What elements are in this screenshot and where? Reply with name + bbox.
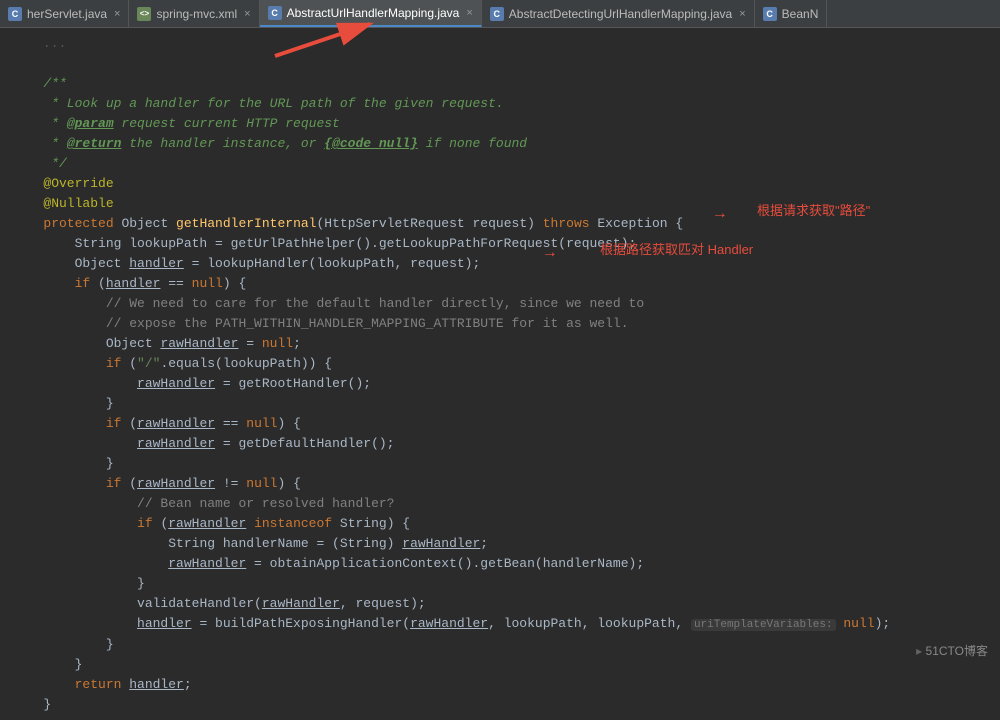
arrow-icon: →	[715, 205, 725, 223]
code-line: }	[20, 574, 1000, 594]
code-line: if ("/".equals(lookupPath)) {	[20, 354, 1000, 374]
code-line: }	[20, 394, 1000, 414]
annotation-text: 根据路径获取匹对 Handler	[600, 239, 753, 258]
code-line: String handlerName = (String) rawHandler…	[20, 534, 1000, 554]
tab-label: AbstractUrlHandlerMapping.java	[287, 6, 460, 20]
code-line: @Override	[20, 174, 1000, 194]
code-line: ...	[20, 34, 1000, 54]
code-line: if (rawHandler instanceof String) {	[20, 514, 1000, 534]
tab-beann[interactable]: C BeanN	[755, 0, 828, 27]
tab-abstractdetecting[interactable]: C AbstractDetectingUrlHandlerMapping.jav…	[482, 0, 755, 27]
code-line: if (handler == null) {	[20, 274, 1000, 294]
tab-label: BeanN	[782, 7, 819, 21]
code-line: rawHandler = getRootHandler();	[20, 374, 1000, 394]
tab-label: spring-mvc.xml	[156, 7, 237, 21]
xml-icon: <>	[137, 7, 151, 21]
code-line: rawHandler = getDefaultHandler();	[20, 434, 1000, 454]
code-line: // expose the PATH_WITHIN_HANDLER_MAPPIN…	[20, 314, 1000, 334]
code-line: handler = buildPathExposingHandler(rawHa…	[20, 614, 1000, 635]
java-icon: C	[763, 7, 777, 21]
code-line: String lookupPath = getUrlPathHelper().g…	[20, 234, 1000, 254]
close-icon[interactable]: ×	[466, 7, 472, 19]
code-line: // Bean name or resolved handler?	[20, 494, 1000, 514]
annotation-text: 根据请求获取"路径"	[757, 200, 870, 219]
tab-herservlet[interactable]: C herServlet.java ×	[0, 0, 129, 27]
java-icon: C	[268, 6, 282, 20]
code-line: validateHandler(rawHandler, request);	[20, 594, 1000, 614]
tab-abstracturlhandlermapping[interactable]: C AbstractUrlHandlerMapping.java ×	[260, 0, 482, 27]
code-line: }	[20, 635, 1000, 655]
java-icon: C	[8, 7, 22, 21]
java-icon: C	[490, 7, 504, 21]
close-icon[interactable]: ×	[244, 8, 250, 20]
close-icon[interactable]: ×	[739, 8, 745, 20]
code-line: * @param request current HTTP request	[20, 114, 1000, 134]
code-line: Object rawHandler = null;	[20, 334, 1000, 354]
code-line: }	[20, 655, 1000, 675]
code-line: * @return the handler instance, or {@cod…	[20, 134, 1000, 154]
code-line: */	[20, 154, 1000, 174]
code-line: }	[20, 695, 1000, 715]
arrow-icon: →	[545, 244, 555, 262]
close-icon[interactable]: ×	[114, 8, 120, 20]
code-line: Object handler = lookupHandler(lookupPat…	[20, 254, 1000, 274]
code-line: /**	[20, 74, 1000, 94]
code-line: if (rawHandler == null) {	[20, 414, 1000, 434]
editor-tabs: C herServlet.java × <> spring-mvc.xml × …	[0, 0, 1000, 28]
watermark: ▸ 51CTO博客	[916, 642, 988, 659]
tab-label: herServlet.java	[27, 7, 107, 21]
code-line	[20, 54, 1000, 74]
code-line: }	[20, 454, 1000, 474]
tab-label: AbstractDetectingUrlHandlerMapping.java	[509, 7, 732, 21]
code-line: if (rawHandler != null) {	[20, 474, 1000, 494]
code-line: rawHandler = obtainApplicationContext().…	[20, 554, 1000, 574]
code-line: * Look up a handler for the URL path of …	[20, 94, 1000, 114]
code-editor[interactable]: ... /** * Look up a handler for the URL …	[0, 28, 1000, 720]
code-line: return handler;	[20, 675, 1000, 695]
tab-spring-mvc[interactable]: <> spring-mvc.xml ×	[129, 0, 259, 27]
code-line: // We need to care for the default handl…	[20, 294, 1000, 314]
